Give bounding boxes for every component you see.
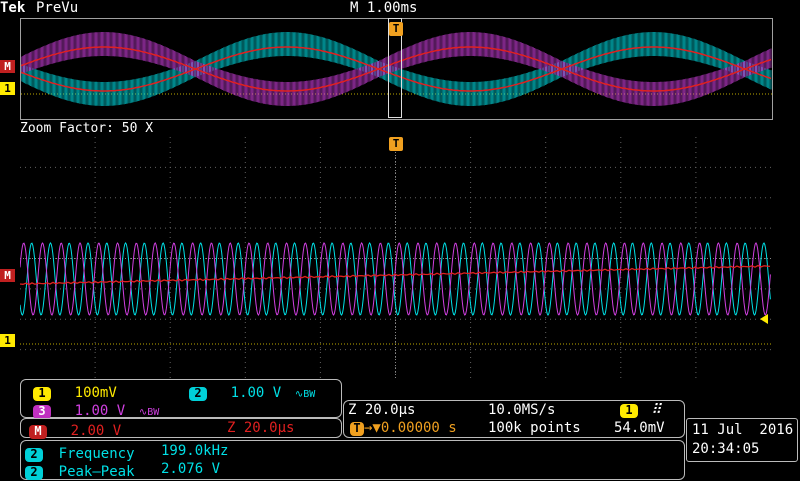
math-scale: 2.00 V (70, 423, 122, 439)
channel-readout-panel: 1 100mV 2 1.00 V ∿BW 3 1.00 V ∿BW (20, 379, 342, 419)
measurement-row-1[interactable]: 2 Peak–Peak (25, 461, 135, 481)
trigger-source-chip: 1 (620, 404, 638, 418)
math-chip: M (29, 425, 47, 439)
record-length-readout: 100k points (488, 420, 581, 436)
trigger-level-readout: 54.0mV (614, 420, 665, 436)
ch1-readout[interactable]: 1 100mV (33, 382, 117, 402)
math-zoom-time: Z 20.0µs (227, 420, 295, 436)
zoom-time-readout: Z 20.0µs (348, 402, 416, 418)
zoom-trigger-marker[interactable]: T (389, 137, 403, 151)
sample-rate-readout: 10.0MS/s (488, 402, 556, 418)
horizontal-trigger-panel[interactable]: Z 20.0µs 10.0MS/s 1 ⠿ T →▼0.00000 s 100k… (343, 400, 685, 438)
measurement-0-value: 199.0kHz (161, 443, 229, 459)
ch2-readout[interactable]: 2 1.00 V ∿BW (189, 382, 315, 403)
datetime-panel: 11 Jul 2016 20:34:05 (686, 418, 798, 462)
ch2-chip: 2 (189, 387, 207, 401)
date-label: 11 Jul 2016 (692, 422, 794, 438)
timebase-label: M 1.00ms (350, 0, 418, 16)
ch2-bandwidth-icon: ∿BW (294, 389, 316, 400)
ch1-chip: 1 (33, 387, 51, 401)
measurement-1-chip: 2 (25, 466, 43, 480)
trigger-position-chip: T (350, 422, 364, 436)
time-label: 20:34:05 (692, 441, 760, 457)
measurement-1-value: 2.076 V (161, 461, 221, 477)
overview-ch1-marker[interactable]: 1 (0, 82, 15, 95)
math-readout-panel[interactable]: M 2.00 V Z 20.0µs (20, 418, 342, 439)
ch3-scale: 1.00 V (74, 403, 126, 419)
measurement-row-0[interactable]: 2 Frequency (25, 443, 135, 463)
zoom-traces (20, 137, 771, 380)
zoom-title-bar: Zoom Factor: 50 X (20, 120, 771, 136)
measurement-0-name: Frequency (58, 446, 135, 462)
zoom-math-marker[interactable]: M (0, 269, 15, 282)
ch2-scale: 1.00 V (230, 385, 282, 401)
ch3-chip: 3 (33, 405, 51, 419)
ch3-bandwidth-icon: ∿BW (138, 407, 160, 418)
measurement-1-name: Peak–Peak (58, 464, 135, 480)
trigger-level-arrow-icon[interactable] (760, 314, 768, 324)
overview-trigger-marker[interactable]: T (389, 22, 403, 36)
measurements-panel[interactable]: 2 Frequency 199.0kHz 2 Peak–Peak 2.076 V (20, 440, 685, 480)
brand-label: Tek (0, 0, 26, 16)
measurement-0-chip: 2 (25, 448, 43, 462)
ch1-scale: 100mV (74, 385, 117, 401)
zoom-waveform-window[interactable] (20, 137, 771, 380)
mode-label: PreVu (36, 0, 79, 16)
trigger-offset-readout: →▼0.00000 s (364, 420, 457, 436)
zoom-factor-label: Zoom Factor: 50 X (20, 121, 154, 136)
overview-math-marker[interactable]: M (0, 60, 15, 73)
rising-edge-icon: ⠿ (651, 402, 662, 418)
zoom-ch1-marker[interactable]: 1 (0, 334, 15, 347)
